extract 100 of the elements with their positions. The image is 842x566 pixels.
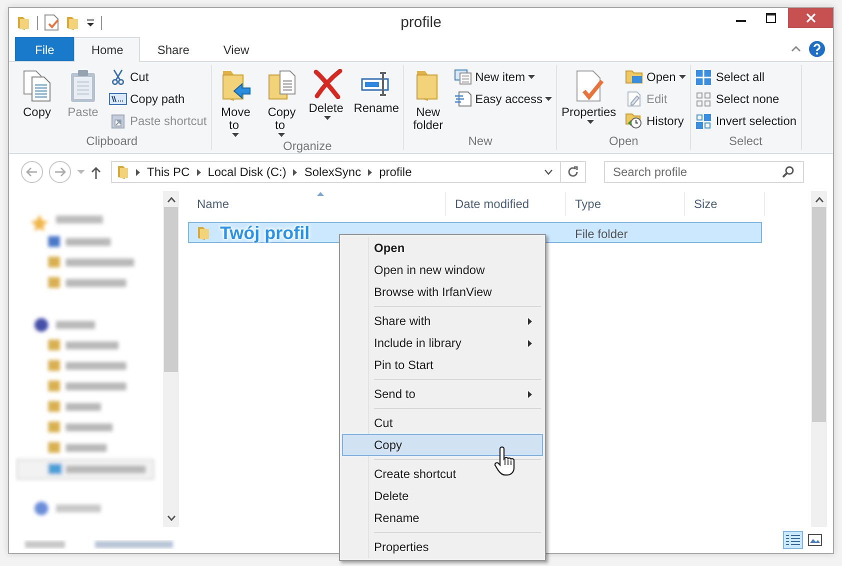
scrollbar[interactable] xyxy=(163,191,179,527)
collapse-ribbon-icon[interactable] xyxy=(791,46,801,52)
maximize-icon xyxy=(766,13,776,23)
close-button[interactable] xyxy=(788,8,833,28)
ribbon-button[interactable]: Copy to xyxy=(260,67,304,139)
help-icon[interactable] xyxy=(809,41,825,57)
refresh-icon xyxy=(567,166,579,178)
menu-item[interactable]: Cut xyxy=(342,412,543,434)
ribbon-button[interactable]: Easy access xyxy=(452,89,554,109)
chevron-icon[interactable] xyxy=(196,168,201,176)
menu-item[interactable]: Properties xyxy=(342,536,543,558)
ribbon-button[interactable]: New folder xyxy=(406,67,450,134)
menu-item[interactable]: Open in new window xyxy=(342,259,543,281)
breadcrumb[interactable]: This PC xyxy=(147,165,190,179)
refresh-button[interactable] xyxy=(560,161,586,183)
documents-icon xyxy=(22,69,52,103)
search-field[interactable]: Search profile xyxy=(604,161,804,183)
hand-cursor-icon xyxy=(493,446,517,478)
empty-grid-icon xyxy=(696,92,712,106)
group-label: Select xyxy=(728,134,764,150)
minimize-icon xyxy=(736,20,746,22)
breadcrumb[interactable]: Local Disk (C:) xyxy=(208,165,286,179)
ribbon-button[interactable]: Open xyxy=(623,67,688,87)
new-item-icon xyxy=(454,69,472,85)
chevron-icon[interactable] xyxy=(136,168,140,176)
grid-icon xyxy=(696,70,712,84)
ribbon-tab[interactable]: Share xyxy=(140,37,206,61)
details-icon xyxy=(786,534,800,546)
type-cell-text: File folder xyxy=(574,226,629,242)
folder-window-icon xyxy=(625,70,644,84)
menu-item[interactable]: Copy xyxy=(342,434,543,456)
menu-item[interactable]: Delete xyxy=(342,485,543,507)
column-header[interactable]: Type xyxy=(566,192,685,216)
ribbon-tab[interactable]: View xyxy=(206,37,266,61)
ribbon-button[interactable]: Cut xyxy=(107,67,209,87)
scroll-up-icon[interactable] xyxy=(814,197,824,203)
clock-folder-icon xyxy=(625,113,644,129)
details-view-button[interactable] xyxy=(783,531,803,549)
scroll-up-icon[interactable] xyxy=(166,197,176,203)
menu-item[interactable]: Pin to Start xyxy=(342,354,543,376)
ribbon-button[interactable]: History xyxy=(623,111,688,131)
menu-item[interactable]: Create shortcut xyxy=(342,463,543,485)
chevron-icon[interactable] xyxy=(368,168,372,176)
ribbon-tab[interactable]: Home xyxy=(74,37,140,62)
ribbon-button[interactable]: Copy path xyxy=(107,89,209,109)
grid-icon xyxy=(696,114,712,128)
up-arrow-icon[interactable] xyxy=(91,166,101,178)
ribbon-button[interactable]: Invert selection xyxy=(692,111,799,131)
dropdown-icon[interactable] xyxy=(544,169,553,175)
group-label: Clipboard xyxy=(85,134,139,150)
column-header[interactable]: Date modified xyxy=(446,192,566,216)
path-icon xyxy=(109,93,127,105)
menu-item[interactable]: Share with xyxy=(342,310,543,332)
group-label: New xyxy=(467,134,494,150)
picture-frame-icon xyxy=(808,534,822,546)
group-label: Organize xyxy=(282,139,333,155)
ribbon-button[interactable]: Properties xyxy=(559,67,622,134)
breadcrumb[interactable]: profile xyxy=(379,165,412,179)
ribbon-button[interactable]: Select none xyxy=(692,89,799,109)
folder-icon xyxy=(197,226,210,241)
ribbon-button[interactable]: Rename xyxy=(352,67,402,139)
scissors-icon xyxy=(111,69,125,85)
clipboard-icon xyxy=(69,69,97,103)
breadcrumb[interactable]: SolexSync xyxy=(304,165,362,179)
shortcut-icon xyxy=(111,113,125,129)
group-label: Open xyxy=(608,134,640,150)
chevron-icon[interactable] xyxy=(293,168,298,176)
ribbon-button[interactable]: Copy xyxy=(15,67,59,134)
customize-dropdown-icon[interactable] xyxy=(86,18,95,26)
pencil-document-icon xyxy=(627,91,642,107)
menu-item[interactable]: Rename xyxy=(342,507,543,529)
folder-arrow-icon xyxy=(220,69,252,103)
ribbon-button[interactable]: Delete xyxy=(306,67,350,139)
ribbon-button[interactable]: New item xyxy=(452,67,554,87)
window-title: profile xyxy=(400,14,442,31)
search-icon xyxy=(782,166,794,178)
ribbon-button[interactable]: Select all xyxy=(692,67,799,87)
scroll-thumb[interactable] xyxy=(812,207,826,422)
menu-item[interactable]: Send to xyxy=(342,383,543,405)
left-arrow-icon xyxy=(26,167,38,177)
checkmark-document-icon xyxy=(574,69,606,103)
address-bar[interactable]: This PC Local Disk (C:) SolexSync profile xyxy=(111,161,561,183)
folder-icon xyxy=(117,164,129,180)
right-arrow-icon xyxy=(54,167,66,177)
sort-arrow-icon xyxy=(316,192,324,196)
column-header[interactable]: Name xyxy=(188,192,446,216)
checkmark-document-icon[interactable] xyxy=(44,14,60,31)
menu-item[interactable]: Include in library xyxy=(342,332,543,354)
ribbon-button[interactable]: Move to xyxy=(214,67,258,139)
scroll-thumb[interactable] xyxy=(164,207,178,372)
scroll-down-icon[interactable] xyxy=(166,515,176,521)
menu-item[interactable]: Browse with IrfanView xyxy=(342,281,543,303)
file-name: Twój profil xyxy=(220,223,310,244)
large-icons-view-button[interactable] xyxy=(805,531,825,549)
column-header[interactable]: Size xyxy=(685,192,765,216)
document-icon xyxy=(454,91,472,107)
close-icon xyxy=(806,13,816,23)
delete-icon xyxy=(312,69,343,99)
file-tab[interactable]: File xyxy=(15,37,74,61)
scrollbar[interactable] xyxy=(811,191,827,527)
